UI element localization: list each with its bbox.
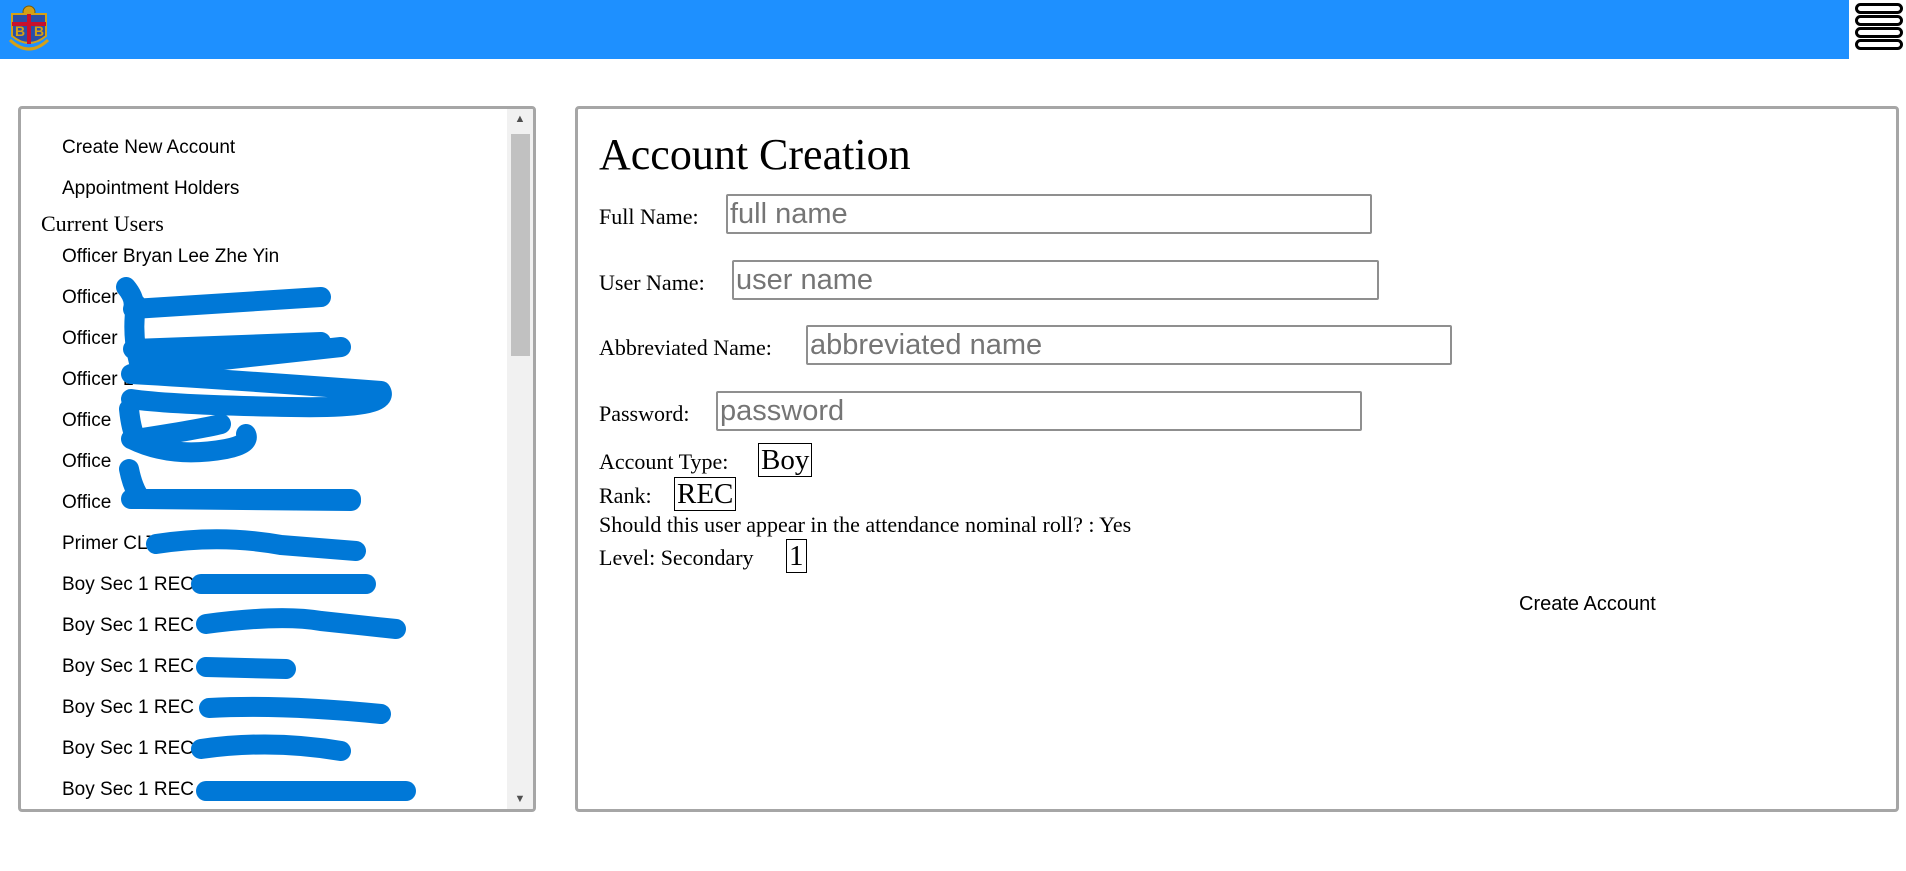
logo-letter: B — [34, 23, 44, 39]
account-creation-panel: Account Creation Full Name: User Name: A… — [575, 106, 1899, 812]
create-account-button[interactable]: Create Account — [1519, 593, 1656, 616]
password-label: Password: — [599, 401, 690, 426]
user-name-input[interactable] — [732, 260, 1379, 300]
top-bar: B B — [0, 0, 1849, 59]
account-type-select[interactable]: Boy — [758, 443, 813, 477]
sidebar-panel: Create New Account Appointment Holders C… — [18, 106, 536, 812]
logo-letter: B — [15, 23, 25, 39]
rank-select[interactable]: REC — [674, 477, 737, 511]
redaction-scribble — [116, 277, 416, 801]
full-name-label: Full Name: — [599, 204, 699, 229]
sidebar-scrollbar[interactable]: ▲ ▼ — [507, 109, 533, 809]
scroll-up-arrow-icon[interactable]: ▲ — [507, 109, 533, 129]
user-name-label: User Name: — [599, 270, 705, 295]
account-type-label: Account Type: — [599, 449, 729, 474]
level-label: Level: Secondary — [599, 545, 754, 570]
sidebar-list: Create New Account Appointment Holders C… — [21, 109, 507, 809]
nominal-roll-text: Should this user appear in the attendanc… — [599, 512, 1132, 537]
scroll-down-arrow-icon[interactable]: ▼ — [507, 789, 533, 809]
abbreviated-name-label: Abbreviated Name: — [599, 335, 772, 360]
abbreviated-name-input[interactable] — [806, 325, 1452, 365]
scroll-thumb[interactable] — [511, 134, 530, 356]
password-input[interactable] — [716, 391, 1362, 431]
level-select[interactable]: 1 — [786, 539, 807, 573]
full-name-input[interactable] — [726, 194, 1372, 234]
rank-label: Rank: — [599, 483, 652, 508]
boys-brigade-logo: B B — [8, 5, 50, 51]
page-title: Account Creation — [599, 130, 911, 179]
hamburger-menu-icon[interactable] — [1851, 0, 1906, 59]
